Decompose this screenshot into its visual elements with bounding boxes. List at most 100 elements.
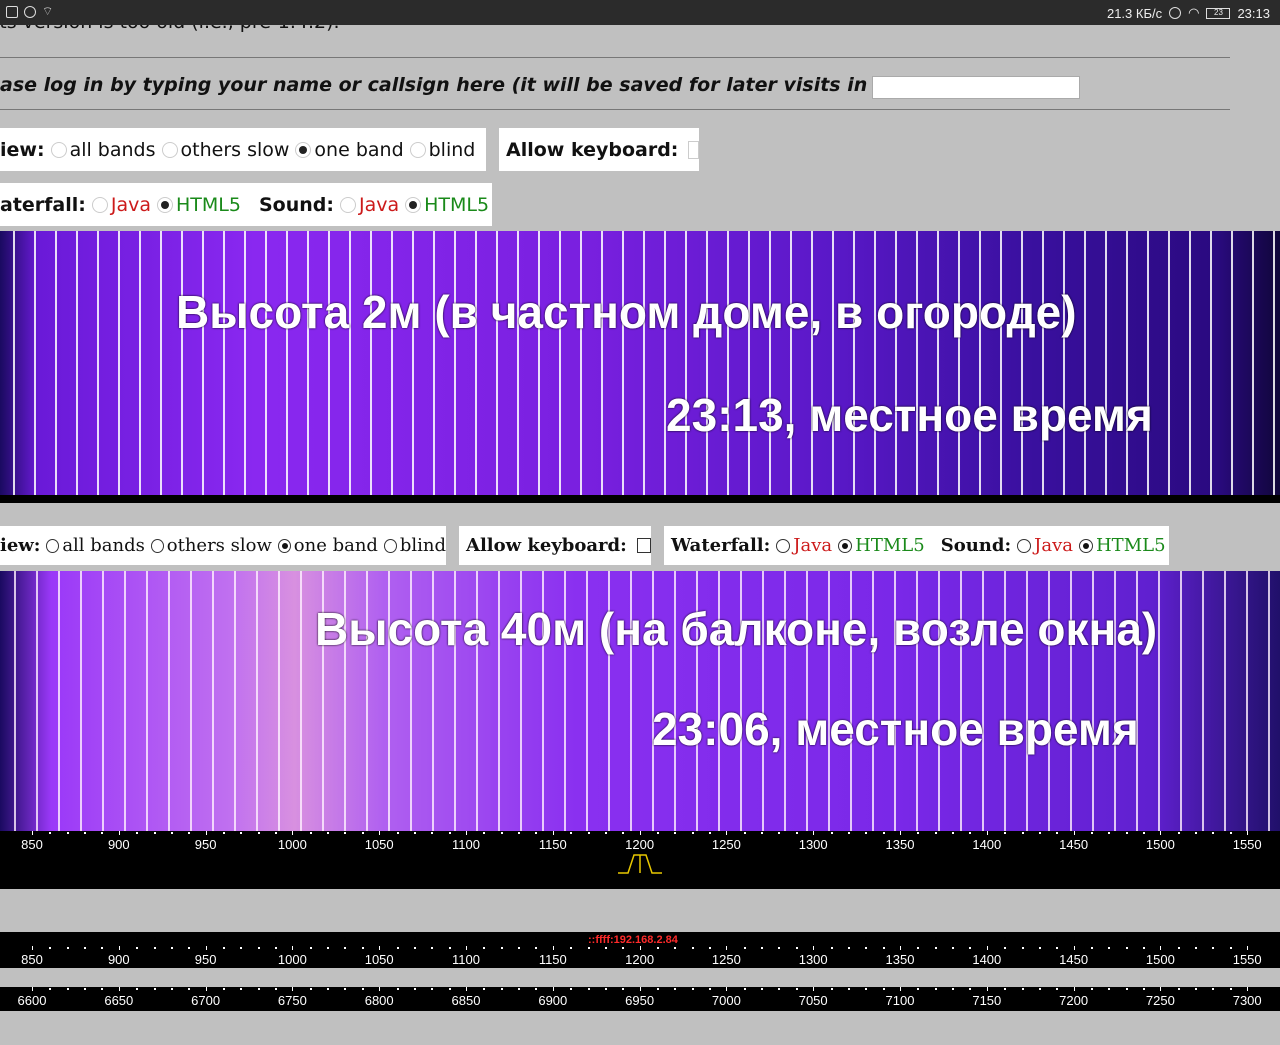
sound-label: Sound: (258, 193, 334, 216)
sound-html5-radio-2[interactable] (1078, 538, 1093, 553)
scale-minor-tick (570, 988, 573, 990)
sound-html5-radio[interactable] (405, 196, 422, 213)
scale-minor-tick (483, 988, 486, 990)
waterfall-sound-panel: aterfall: Java HTML5 Sound: Java HTML5 (0, 183, 492, 226)
scale-minor-tick (830, 832, 833, 834)
scale-minor-tick (830, 988, 833, 990)
absolute-frequency-scale[interactable]: 6600 6650 6700 6750 6800 6850 6900 6950 7000 7050… (0, 987, 1280, 1011)
scale-minor-tick (1212, 832, 1215, 834)
scale-minor-tick (1108, 832, 1111, 834)
scale-minor-tick (1108, 988, 1111, 990)
scale-minor-tick (344, 832, 347, 834)
scale-minor-tick (1195, 988, 1198, 990)
scale-minor-tick (795, 832, 798, 834)
scale-minor-tick (344, 947, 347, 949)
view-one-band-radio[interactable] (295, 141, 312, 158)
scale-tick (205, 987, 207, 991)
scale-minor-tick (240, 988, 243, 990)
view-one-band-radio-2[interactable] (277, 538, 291, 553)
scale-minor-tick (969, 947, 972, 949)
scale-tick (1247, 987, 1249, 991)
scale-minor-tick (761, 832, 764, 834)
scale-minor-tick (66, 947, 69, 949)
allow-keyboard-checkbox-2[interactable] (636, 538, 651, 553)
scale-minor-tick (361, 947, 364, 949)
scale-label: 1050 (364, 952, 394, 967)
keyboard-panel: Allow keyboard: (499, 128, 699, 171)
scale-minor-tick (743, 988, 746, 990)
scale-minor-tick (570, 832, 573, 834)
view-others-slow-radio-2[interactable] (150, 538, 164, 553)
scale-label: 1350 (885, 837, 915, 852)
view-blind-radio-2[interactable] (383, 538, 397, 553)
passband-icon[interactable] (616, 851, 664, 875)
notification-icon (6, 5, 18, 18)
waterfall-html5-label-2: HTML5 (855, 535, 925, 556)
view-all-bands-radio-2[interactable] (46, 538, 60, 553)
scale-minor-tick (934, 832, 937, 834)
view-all-bands-radio[interactable] (50, 141, 67, 158)
allow-keyboard-checkbox[interactable] (688, 140, 699, 159)
view-others-slow-label-2: others slow (166, 535, 272, 556)
sound-java-radio-2[interactable] (1017, 538, 1032, 553)
scale-label: 1300 (798, 952, 828, 967)
scale-label: 1100 (452, 837, 480, 852)
scale-minor-tick (275, 988, 278, 990)
scale-label: 1000 (277, 952, 307, 967)
scale-label: 1050 (364, 837, 394, 852)
scale-label: 1550 (1232, 837, 1262, 852)
scale-minor-tick (84, 988, 87, 990)
scale-minor-tick (1056, 988, 1059, 990)
view-others-slow-radio[interactable] (161, 141, 178, 158)
scale-label: 7300 (1232, 993, 1262, 1008)
scale-tick (813, 831, 815, 835)
scale-minor-tick (1090, 988, 1093, 990)
cut-text-wrapper: its version is too old (i.e., pre-1.4.2)… (0, 25, 1280, 35)
scale-minor-tick (257, 947, 260, 949)
scale-minor-tick (1021, 947, 1024, 949)
frequency-scale[interactable]: 850 900 950 1000 1050 1100 1150 1200 1250 1300 135… (0, 831, 1280, 889)
clock: 23:13 (1237, 5, 1270, 21)
scale-minor-tick (101, 947, 104, 949)
scale-minor-tick (1021, 988, 1024, 990)
scale-minor-tick (969, 988, 972, 990)
sync-icon (24, 5, 36, 18)
scale-minor-tick (222, 947, 225, 949)
scale-tick (1073, 946, 1075, 950)
allow-keyboard-label-2: Allow keyboard: (466, 535, 627, 556)
scale-minor-tick (136, 947, 139, 949)
scale-label: 7100 (885, 993, 915, 1008)
waterfall-java-radio-2[interactable] (776, 538, 791, 553)
scale-tick (639, 987, 641, 991)
frequency-scale-secondary[interactable]: ::ffff:192.168.2.84 850 900 950 1000 1050 110… (0, 932, 1280, 968)
scale-label: 1200 (625, 837, 655, 852)
scale-tick (639, 946, 641, 950)
scale-label: 6600 (17, 993, 47, 1008)
waterfall-html5-radio-2[interactable] (838, 538, 853, 553)
scale-minor-tick (49, 988, 52, 990)
sound-java-radio[interactable] (339, 196, 356, 213)
view-blind-radio[interactable] (409, 141, 426, 158)
scale-tick (900, 987, 901, 991)
scale-tick (118, 987, 120, 991)
scale-label: 6850 (451, 993, 481, 1008)
scale-tick (379, 987, 381, 991)
scale-label: 1550 (1232, 952, 1262, 967)
scale-minor-tick (761, 947, 764, 949)
overlay-bottom-title: Высота 40м (на балконе, возле окна) (315, 603, 1158, 655)
scale-minor-tick (1125, 988, 1128, 990)
waterfall-html5-radio[interactable] (157, 196, 174, 213)
scale-tick (986, 946, 988, 950)
scale-tick (1160, 946, 1162, 950)
divider (0, 109, 1230, 110)
scale-minor-tick (865, 988, 868, 990)
scale-minor-tick (587, 988, 590, 990)
ip-address: ::ffff:192.168.2.84 (588, 934, 678, 946)
waterfall-java-radio[interactable] (91, 196, 108, 213)
scale-label: 6950 (625, 993, 655, 1008)
scale-minor-tick (66, 988, 69, 990)
waterfall-top[interactable] (0, 231, 1280, 495)
scale-minor-tick (830, 947, 833, 949)
callsign-input[interactable] (872, 76, 1080, 99)
scale-minor-tick (1229, 947, 1232, 949)
